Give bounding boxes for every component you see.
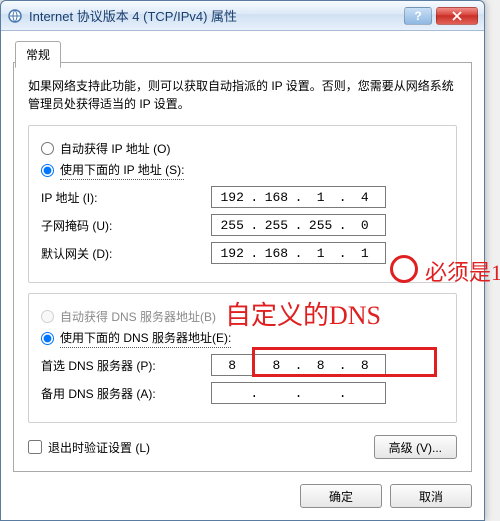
dns-alt-label: 备用 DNS 服务器 (A): bbox=[41, 385, 211, 402]
close-button[interactable] bbox=[436, 7, 478, 25]
dialog-window: Internet 协议版本 4 (TCP/IPv4) 属性 ? 常规 如果网络支… bbox=[0, 0, 485, 521]
subnet-mask-input[interactable]: 255.255.255.0 bbox=[211, 214, 386, 236]
intro-text: 如果网络支持此功能，则可以获取自动指派的 IP 设置。否则，您需要从网络系统管理… bbox=[28, 77, 457, 113]
cancel-button[interactable]: 取消 bbox=[390, 484, 472, 508]
app-icon bbox=[7, 8, 23, 24]
ip-group: 自动获得 IP 地址 (O) 使用下面的 IP 地址 (S): IP 地址 (I… bbox=[28, 125, 457, 283]
dns-alt-input[interactable]: ... bbox=[211, 382, 386, 404]
dns-manual-radio-row: 使用下面的 DNS 服务器地址(E): bbox=[41, 329, 444, 348]
dns-manual-label: 使用下面的 DNS 服务器地址(E): bbox=[60, 329, 231, 348]
validate-checkbox[interactable] bbox=[28, 440, 42, 454]
ip-manual-radio[interactable] bbox=[41, 164, 54, 177]
ip-auto-radio[interactable] bbox=[41, 142, 54, 155]
ok-button[interactable]: 确定 bbox=[300, 484, 382, 508]
gateway-label: 默认网关 (D): bbox=[41, 245, 211, 262]
tab-general[interactable]: 常规 bbox=[15, 41, 61, 68]
ip-auto-label: 自动获得 IP 地址 (O) bbox=[60, 140, 170, 157]
ip-address-input[interactable]: 192.168.1.4 bbox=[211, 186, 386, 208]
dns-manual-radio[interactable] bbox=[41, 332, 54, 345]
dns-auto-radio-row: 自动获得 DNS 服务器地址(B) bbox=[41, 308, 444, 325]
dns-auto-label: 自动获得 DNS 服务器地址(B) bbox=[60, 308, 216, 325]
window-title: Internet 协议版本 4 (TCP/IPv4) 属性 bbox=[29, 6, 404, 25]
dialog-content: 常规 如果网络支持此功能，则可以获取自动指派的 IP 设置。否则，您需要从网络系… bbox=[1, 31, 484, 520]
ip-auto-radio-row: 自动获得 IP 地址 (O) bbox=[41, 140, 444, 157]
validate-label: 退出时验证设置 (L) bbox=[48, 439, 150, 456]
validate-checkbox-row: 退出时验证设置 (L) bbox=[28, 439, 150, 456]
tab-panel: 如果网络支持此功能，则可以获取自动指派的 IP 设置。否则，您需要从网络系统管理… bbox=[13, 62, 472, 472]
help-button[interactable]: ? bbox=[404, 7, 432, 25]
ip-manual-radio-row: 使用下面的 IP 地址 (S): bbox=[41, 161, 444, 180]
advanced-button[interactable]: 高级 (V)... bbox=[374, 435, 457, 459]
ip-address-label: IP 地址 (I): bbox=[41, 189, 211, 206]
subnet-mask-label: 子网掩码 (U): bbox=[41, 217, 211, 234]
title-bar[interactable]: Internet 协议版本 4 (TCP/IPv4) 属性 ? bbox=[1, 1, 484, 31]
dns-pref-label: 首选 DNS 服务器 (P): bbox=[41, 357, 211, 374]
dns-auto-radio bbox=[41, 310, 54, 323]
gateway-input[interactable]: 192.168.1.1 bbox=[211, 242, 386, 264]
ip-manual-label: 使用下面的 IP 地址 (S): bbox=[60, 161, 184, 180]
dns-pref-input[interactable]: 8.8.8.8 bbox=[211, 354, 386, 376]
dns-group: 自动获得 DNS 服务器地址(B) 使用下面的 DNS 服务器地址(E): 首选… bbox=[28, 293, 457, 423]
